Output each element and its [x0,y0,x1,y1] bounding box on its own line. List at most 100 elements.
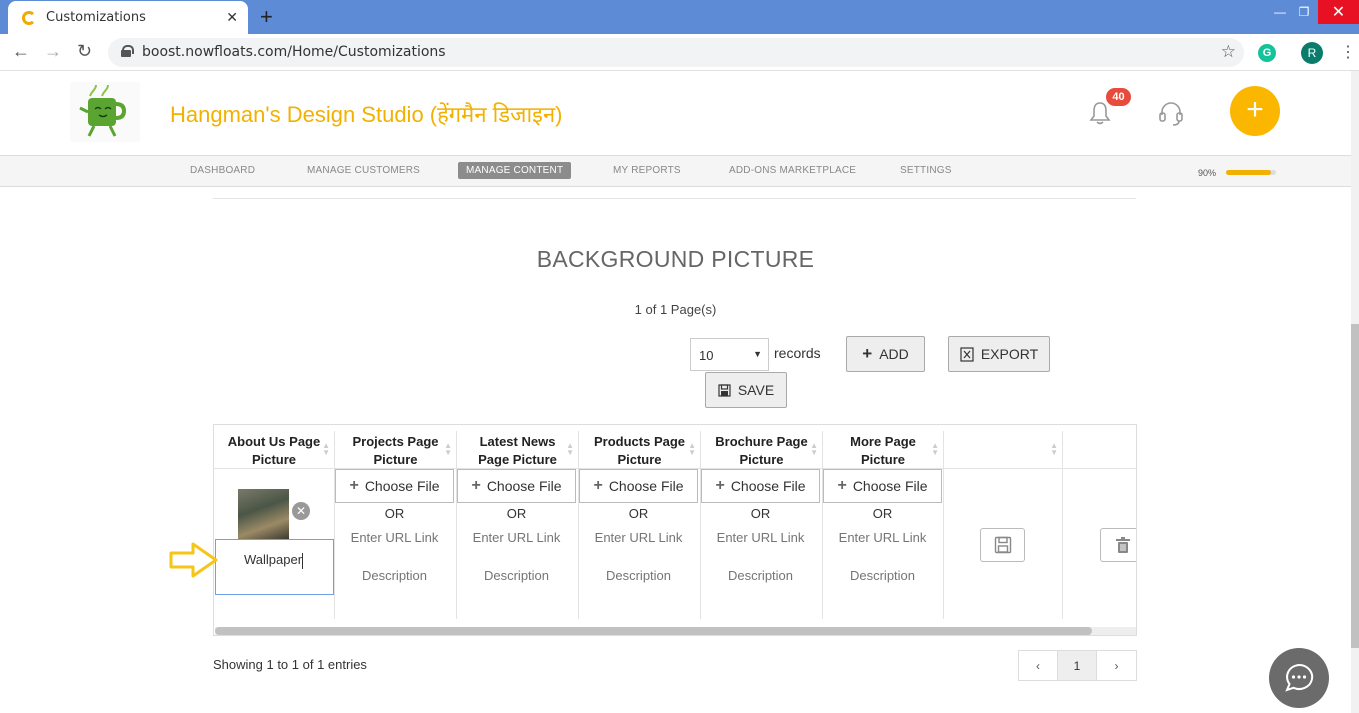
choose-file-label: Choose File [730,478,806,494]
more-choose-file-button[interactable]: + Choose File [823,469,942,503]
latest-news-choose-file-button[interactable]: + Choose File [457,469,576,503]
tab-title: Customizations [46,10,146,25]
column-header-save-action[interactable]: ▲ ▼ [944,431,1063,469]
export-button[interactable]: EXPORT [948,336,1050,372]
column-header-about-us[interactable]: About Us Page Picture ▲ ▼ [214,431,335,469]
header-line: Picture [860,452,906,467]
latest-news-description-input[interactable] [456,568,577,583]
projects-description-input[interactable] [334,568,455,583]
bookmark-star-icon[interactable]: ☆ [1221,42,1236,62]
scrollbar-thumb[interactable] [215,627,1092,635]
save-button[interactable]: SAVE [705,372,787,408]
nav-add-ons-marketplace[interactable]: ADD-ONS MARKETPLACE [729,165,856,176]
page-title: BACKGROUND PICTURE [536,246,815,272]
forward-arrow-icon[interactable]: → [44,41,62,62]
table-horizontal-scrollbar[interactable] [215,627,1136,635]
quick-add-button[interactable]: + [1230,86,1280,136]
content-divider [213,198,1136,199]
profile-avatar[interactable]: R [1301,42,1323,64]
column-header-delete-action[interactable] [1063,431,1136,469]
next-page-button[interactable]: › [1097,651,1136,680]
about-us-description-input[interactable]: Wallpaper [215,539,334,595]
column-header-latest-news[interactable]: Latest News Page Picture ▲ ▼ [457,431,579,469]
plus-icon: + [862,344,873,363]
restore-window-icon[interactable]: ❐ [1286,0,1322,24]
records-per-page-select[interactable]: 10 ▼ [690,338,769,371]
remove-image-icon[interactable]: ✕ [292,502,310,520]
or-separator: OR [628,506,649,521]
nav-manage-customers[interactable]: MANAGE CUSTOMERS [307,165,420,176]
products-url-input[interactable] [578,530,699,545]
more-description-input[interactable] [822,568,943,583]
header-line: Products Page [593,434,686,449]
row-save-button[interactable] [980,528,1025,562]
nav-my-reports[interactable]: MY REPORTS [613,165,681,176]
floppy-disk-icon [994,536,1011,554]
close-window-icon[interactable]: ✕ [1318,0,1359,24]
nav-manage-content[interactable]: MANAGE CONTENT [458,162,572,179]
products-description-input[interactable] [578,568,699,583]
new-tab-icon[interactable]: + [260,4,273,30]
entries-summary: Showing 1 to 1 of 1 entries [213,657,367,672]
profile-progress-fill [1226,170,1271,175]
or-separator: OR [872,506,893,521]
nav-settings[interactable]: SETTINGS [900,165,952,176]
header-line: Latest News [479,434,556,449]
column-divider [943,469,944,619]
products-choose-file-button[interactable]: + Choose File [579,469,698,503]
records-label: records [774,345,821,361]
brand-logo[interactable] [70,82,140,142]
back-arrow-icon[interactable]: ← [12,41,30,62]
browser-tab[interactable]: Customizations ✕ [8,1,248,34]
projects-url-input[interactable] [334,530,455,545]
header-line: Projects Page [352,434,439,449]
latest-news-url-input[interactable] [456,530,577,545]
grammarly-extension-icon[interactable]: G [1258,44,1276,62]
close-tab-icon[interactable]: ✕ [226,9,238,26]
notification-count-badge: 40 [1106,88,1131,106]
nav-dashboard[interactable]: DASHBOARD [190,165,255,176]
row-delete-button[interactable] [1100,528,1136,562]
notification-bell-icon[interactable] [1089,101,1111,125]
pictures-table: About Us Page Picture ▲ ▼ Projects Page P… [213,424,1137,636]
about-us-description-value: Wallpaper [244,552,303,567]
choose-file-label: Choose File [852,478,928,494]
support-headset-icon[interactable] [1158,101,1184,127]
sort-icon: ▲ ▼ [566,441,574,457]
trash-icon [1115,537,1130,553]
sort-icon: ▲ ▼ [810,441,818,457]
page-1-button[interactable]: 1 [1058,651,1097,680]
column-header-brochure[interactable]: Brochure Page Picture ▲ ▼ [701,431,823,469]
page-count: 1 of 1 Page(s) [634,302,717,317]
projects-choose-file-button[interactable]: + Choose File [335,469,454,503]
or-separator: OR [506,506,527,521]
records-per-page-value: 10 [699,348,714,363]
column-header-projects[interactable]: Projects Page Picture ▲ ▼ [335,431,457,469]
browser-menu-icon[interactable]: ⋮ [1340,42,1356,62]
add-button[interactable]: + ADD [846,336,925,372]
address-bar[interactable]: boost.nowfloats.com/Home/Customizations … [108,38,1244,67]
profile-progress-label: 90% [1198,168,1217,178]
more-url-input[interactable] [822,530,943,545]
chat-widget-button[interactable] [1269,648,1329,708]
brochure-choose-file-button[interactable]: + Choose File [701,469,820,503]
plus-icon: + [837,477,847,494]
brand-name[interactable]: Hangman's Design Studio (हेंगमैन डिजाइन) [170,99,563,129]
brochure-url-input[interactable] [700,530,821,545]
text-cursor [302,552,304,569]
column-header-products[interactable]: Products Page Picture ▲ ▼ [579,431,701,469]
plus-icon: + [471,477,481,494]
reload-icon[interactable]: ↻ [77,41,92,62]
wallpaper-thumbnail[interactable] [238,489,289,539]
header-line: Brochure Page [715,434,808,449]
lock-icon [121,45,134,57]
previous-page-button[interactable]: ‹ [1019,651,1058,680]
brochure-description-input[interactable] [700,568,821,583]
column-header-more[interactable]: More Page Picture ▲ ▼ [823,431,944,469]
header-line: About Us Page [227,434,321,449]
page-vertical-scrollbar[interactable] [1351,71,1359,713]
scrollbar-thumb[interactable] [1351,324,1359,648]
sort-icon: ▲ ▼ [931,441,939,457]
browser-titlebar: Customizations ✕ + — ❐ ✕ [0,0,1359,34]
sort-icon: ▲ ▼ [1050,441,1058,457]
